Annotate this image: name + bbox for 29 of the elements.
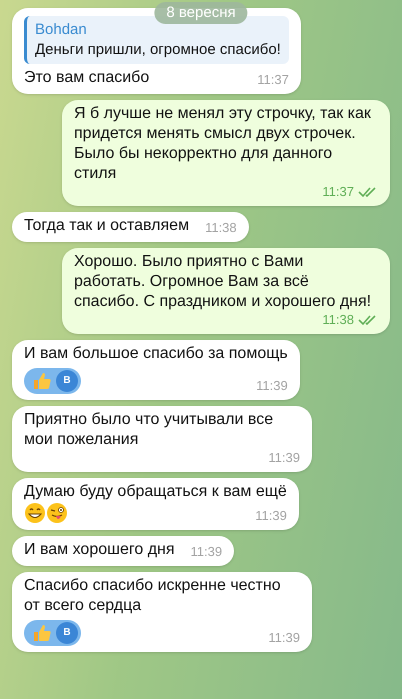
message-time: 11:39 [255, 508, 287, 524]
message-time: 11:39 [268, 630, 300, 646]
winking-tongue-face-icon [46, 502, 68, 524]
message-text: И вам большое спасибо за помощь [24, 344, 288, 364]
thumbs-up-icon [32, 623, 52, 643]
avatar-initial: B [56, 370, 78, 392]
message-time: 11:39 [190, 544, 222, 560]
reply-text: Деньги пришли, огромное спасибо! [35, 40, 281, 60]
grinning-face-icon [24, 502, 46, 524]
message-time: 11:37 [257, 72, 289, 88]
message-time: 11:38 [205, 220, 237, 236]
reaction-chip[interactable]: B [24, 620, 81, 646]
avatar-initial: B [56, 622, 78, 644]
message-text: Спасибо спасибо искренне честно от всего сердца [24, 576, 282, 616]
message-text: Приятно было что учитывали все мои пожелания [24, 410, 274, 450]
reply-author: Bohdan [35, 20, 88, 40]
message-text: И вам хорошего дня [24, 540, 175, 560]
message-time: 11:38 [322, 312, 354, 328]
message-text: Тогда так и оставляем [24, 216, 190, 236]
message-text: Это вам спасибо [24, 68, 150, 88]
date-badge: 8 вересня [154, 2, 248, 24]
reaction-chip[interactable]: B [24, 368, 81, 394]
message-text: Я б лучше не менял эту строчку, так как придется менять смысл двух строчек. Было бы некорректно для данного стиля [74, 104, 372, 184]
thumbs-up-icon [32, 371, 52, 391]
message-text: Думаю буду обращаться к вам ещё [24, 482, 287, 502]
message-time: 11:39 [256, 378, 288, 394]
message-time: 11:37 [322, 184, 354, 200]
message-time: 11:39 [268, 450, 300, 466]
message-text: Хорошо. Было приятно с Вами работать. Огромное Вам за всё спасибо. С праздником и хорошего дня! [74, 252, 372, 312]
